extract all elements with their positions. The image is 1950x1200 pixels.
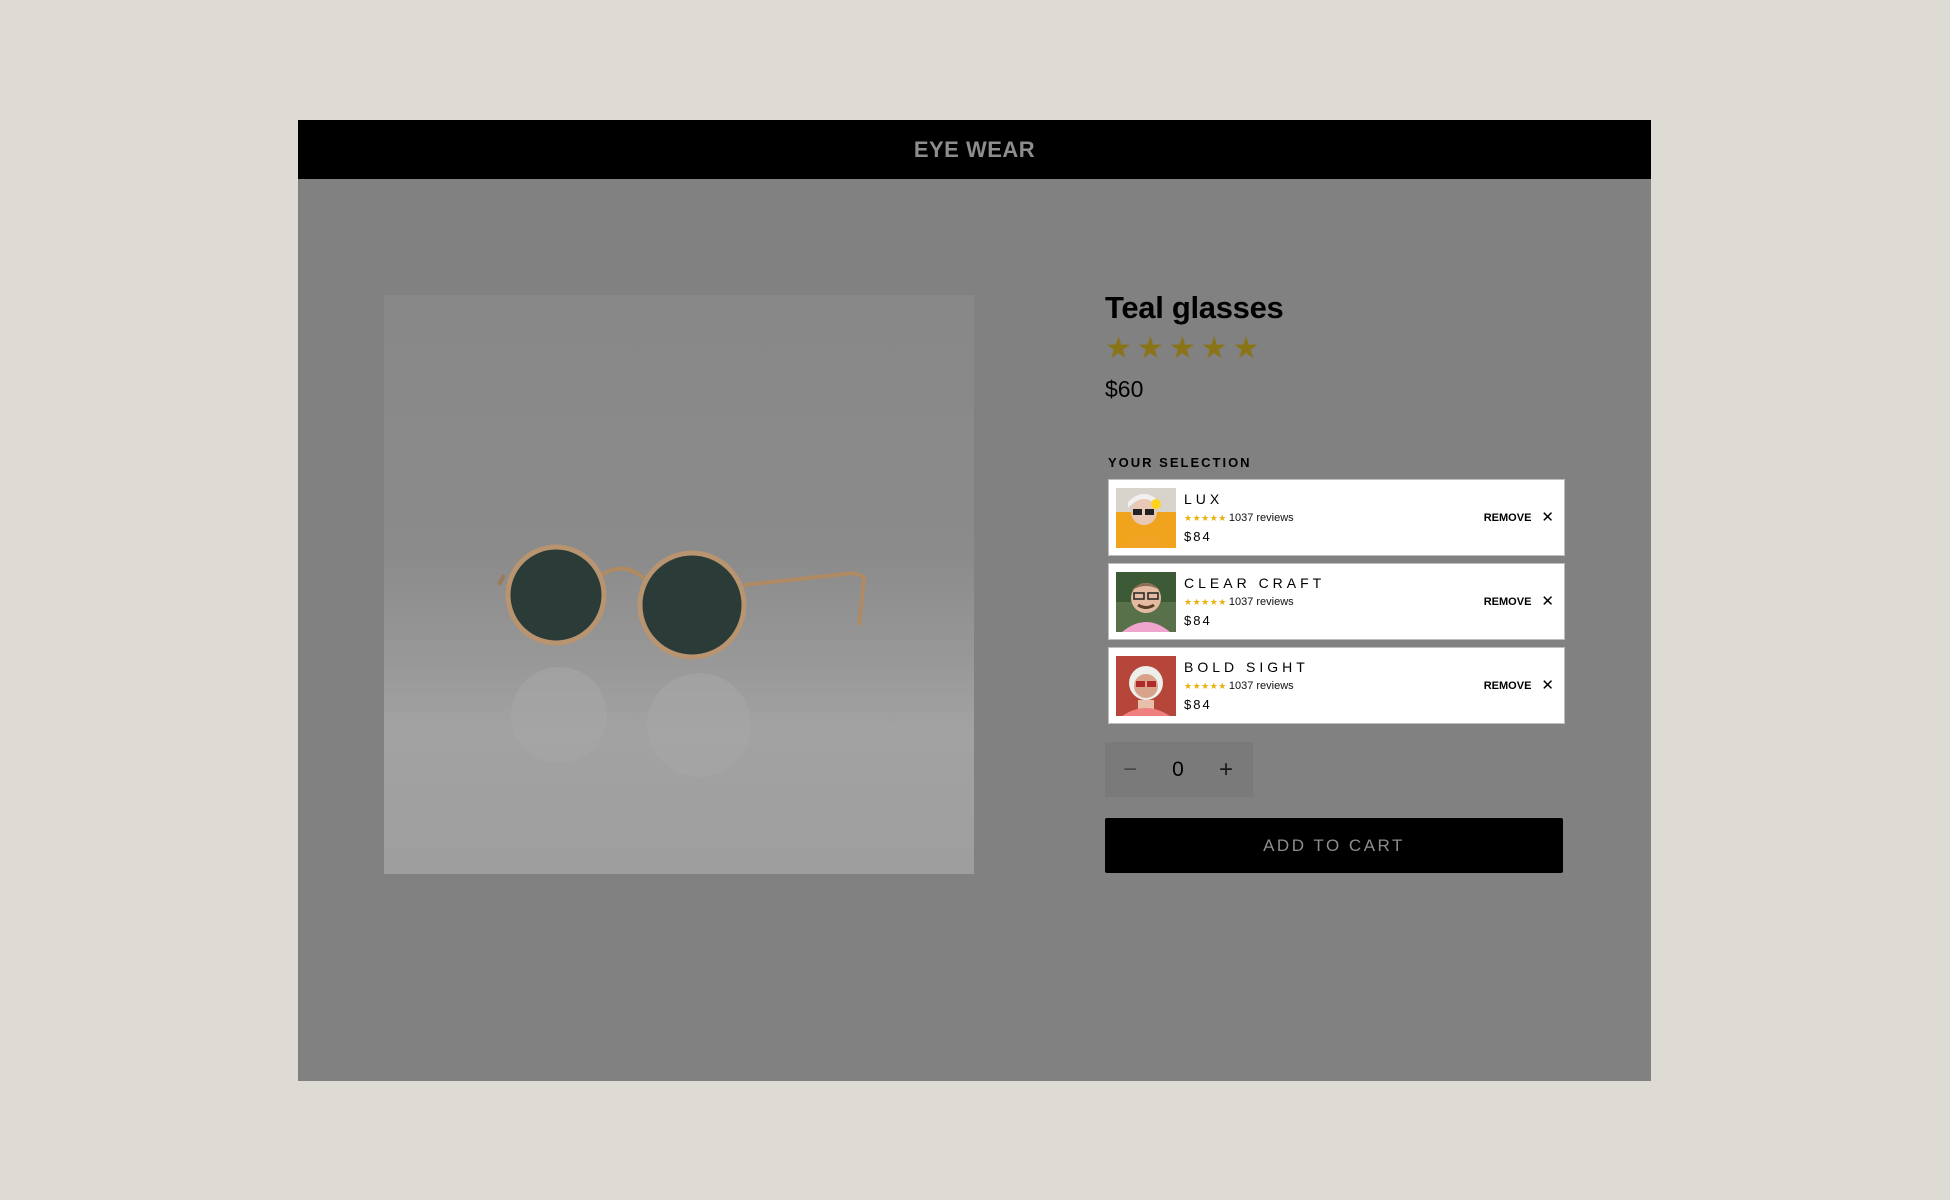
remove-label: REMOVE: [1483, 511, 1532, 524]
selection-item-bold-sight: BOLD SIGHT ★★★★★ 1037 reviews $84 REMOVE…: [1108, 647, 1565, 724]
star-icon: ★: [1232, 332, 1260, 365]
item-thumbnail: [1116, 655, 1176, 716]
sunglasses-photo: [497, 544, 867, 777]
product-title: Teal glasses: [1105, 290, 1284, 325]
item-rating: ★★★★★ 1037 reviews: [1184, 596, 1484, 608]
item-thumbnail: [1116, 487, 1176, 548]
top-bar: EYE WEAR: [298, 120, 1651, 179]
selection-item-clear-craft: CLEAR CRAFT ★★★★★ 1037 reviews $84 REMOV…: [1108, 563, 1565, 640]
add-to-cart-button[interactable]: ADD TO CART: [1105, 818, 1563, 873]
star-icon: ★: [1200, 332, 1228, 365]
item-reviews: 1037 reviews: [1228, 680, 1294, 692]
selection-item-lux: LUX ★★★★★ 1037 reviews $84 REMOVE ✕: [1108, 479, 1565, 556]
item-reviews: 1037 reviews: [1228, 596, 1294, 608]
remove-label: REMOVE: [1483, 679, 1532, 692]
star-icon: ★★★★★: [1184, 596, 1227, 607]
product-image: [384, 295, 974, 874]
quantity-value: 0: [1172, 757, 1184, 781]
close-icon: ✕: [1541, 677, 1554, 694]
star-icon: ★: [1168, 332, 1196, 365]
star-icon: ★★★★★: [1184, 512, 1227, 523]
star-icon: ★: [1136, 332, 1164, 365]
selection-list: LUX ★★★★★ 1037 reviews $84 REMOVE ✕ CLEA…: [1108, 479, 1565, 724]
item-rating: ★★★★★ 1037 reviews: [1184, 512, 1484, 524]
item-thumbnail: [1116, 571, 1176, 632]
item-name: LUX: [1184, 491, 1224, 507]
plus-icon[interactable]: +: [1211, 755, 1241, 785]
item-name: CLEAR CRAFT: [1184, 575, 1326, 591]
item-price: $84: [1184, 613, 1212, 628]
product-rating: ★ ★ ★ ★ ★: [1105, 334, 1565, 364]
product-info: Teal glasses ★ ★ ★ ★ ★ $60 YOUR SELECTIO…: [1105, 290, 1565, 873]
remove-button[interactable]: REMOVE ✕: [1484, 678, 1554, 693]
minus-icon[interactable]: −: [1115, 755, 1145, 785]
close-icon: ✕: [1541, 509, 1554, 526]
page-frame: EYE WEAR Teal glasses ★ ★ ★ ★ ★ $60 YOUR…: [298, 120, 1651, 1081]
item-price: $84: [1184, 529, 1212, 544]
item-name: BOLD SIGHT: [1184, 659, 1309, 675]
remove-button[interactable]: REMOVE ✕: [1484, 510, 1554, 525]
item-price: $84: [1184, 697, 1212, 712]
remove-label: REMOVE: [1483, 595, 1532, 608]
item-reviews: 1037 reviews: [1228, 512, 1294, 524]
item-rating: ★★★★★ 1037 reviews: [1184, 680, 1484, 692]
remove-button[interactable]: REMOVE ✕: [1484, 594, 1554, 609]
product-price: $60: [1105, 376, 1144, 402]
star-icon: ★★★★★: [1184, 680, 1227, 691]
selection-label: YOUR SELECTION: [1108, 455, 1252, 470]
star-icon: ★: [1105, 332, 1132, 365]
brand-title[interactable]: EYE WEAR: [914, 137, 1035, 163]
close-icon: ✕: [1541, 593, 1554, 610]
quantity-stepper: − 0 +: [1105, 742, 1253, 797]
